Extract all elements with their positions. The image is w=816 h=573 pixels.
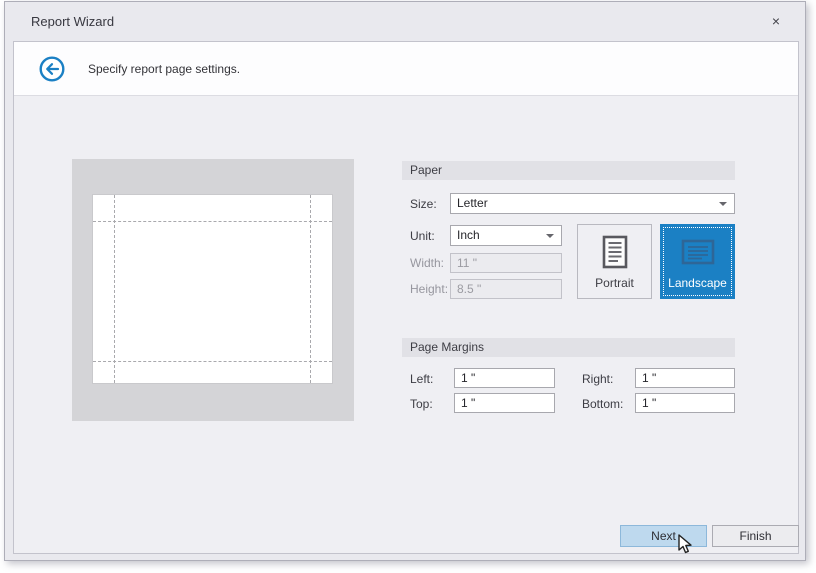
margin-right-field[interactable] bbox=[635, 368, 735, 388]
size-label: Size: bbox=[410, 197, 437, 211]
paper-group-header: Paper bbox=[402, 161, 735, 180]
portrait-label: Portrait bbox=[578, 276, 651, 290]
margin-guide-left bbox=[114, 195, 115, 383]
report-wizard-dialog: Report Wizard × Specify report page sett… bbox=[4, 1, 806, 561]
margin-top-label: Top: bbox=[410, 397, 433, 411]
wizard-content-panel: Specify report page settings. Paper Size… bbox=[13, 41, 799, 554]
height-label: Height: bbox=[410, 282, 448, 296]
page-margins-group-header: Page Margins bbox=[402, 338, 735, 357]
portrait-button[interactable]: Portrait bbox=[577, 224, 652, 299]
finish-button[interactable]: Finish bbox=[712, 525, 799, 547]
size-combobox[interactable]: Letter bbox=[450, 193, 735, 214]
page-preview-panel bbox=[72, 159, 354, 421]
back-button[interactable] bbox=[38, 55, 66, 83]
landscape-button[interactable]: Landscape bbox=[660, 224, 735, 299]
margin-left-label: Left: bbox=[410, 372, 433, 386]
margin-guide-bottom bbox=[93, 361, 332, 362]
margin-right-label: Right: bbox=[582, 372, 613, 386]
width-label: Width: bbox=[410, 256, 444, 270]
unit-value: Inch bbox=[457, 228, 480, 242]
back-icon bbox=[38, 72, 66, 86]
unit-label: Unit: bbox=[410, 229, 435, 243]
wizard-header: Specify report page settings. bbox=[14, 42, 798, 96]
margin-bottom-field[interactable] bbox=[635, 393, 735, 413]
page-preview bbox=[92, 194, 333, 384]
title-bar: Report Wizard × bbox=[5, 2, 805, 41]
window-title: Report Wizard bbox=[31, 14, 114, 29]
next-button[interactable]: Next bbox=[620, 525, 707, 547]
close-button[interactable]: × bbox=[767, 13, 785, 31]
chevron-down-icon bbox=[719, 202, 727, 206]
size-value: Letter bbox=[457, 196, 488, 210]
unit-combobox[interactable]: Inch bbox=[450, 225, 562, 246]
margin-top-field[interactable] bbox=[454, 393, 555, 413]
margin-bottom-label: Bottom: bbox=[582, 397, 623, 411]
close-icon: × bbox=[772, 13, 780, 29]
margin-left-field[interactable] bbox=[454, 368, 555, 388]
chevron-down-icon bbox=[546, 234, 554, 238]
height-field bbox=[450, 279, 562, 299]
width-field bbox=[450, 253, 562, 273]
landscape-label: Landscape bbox=[661, 276, 734, 290]
margin-guide-top bbox=[93, 221, 332, 222]
margin-guide-right bbox=[310, 195, 311, 383]
wizard-instruction: Specify report page settings. bbox=[88, 62, 240, 76]
portrait-icon bbox=[600, 261, 630, 275]
